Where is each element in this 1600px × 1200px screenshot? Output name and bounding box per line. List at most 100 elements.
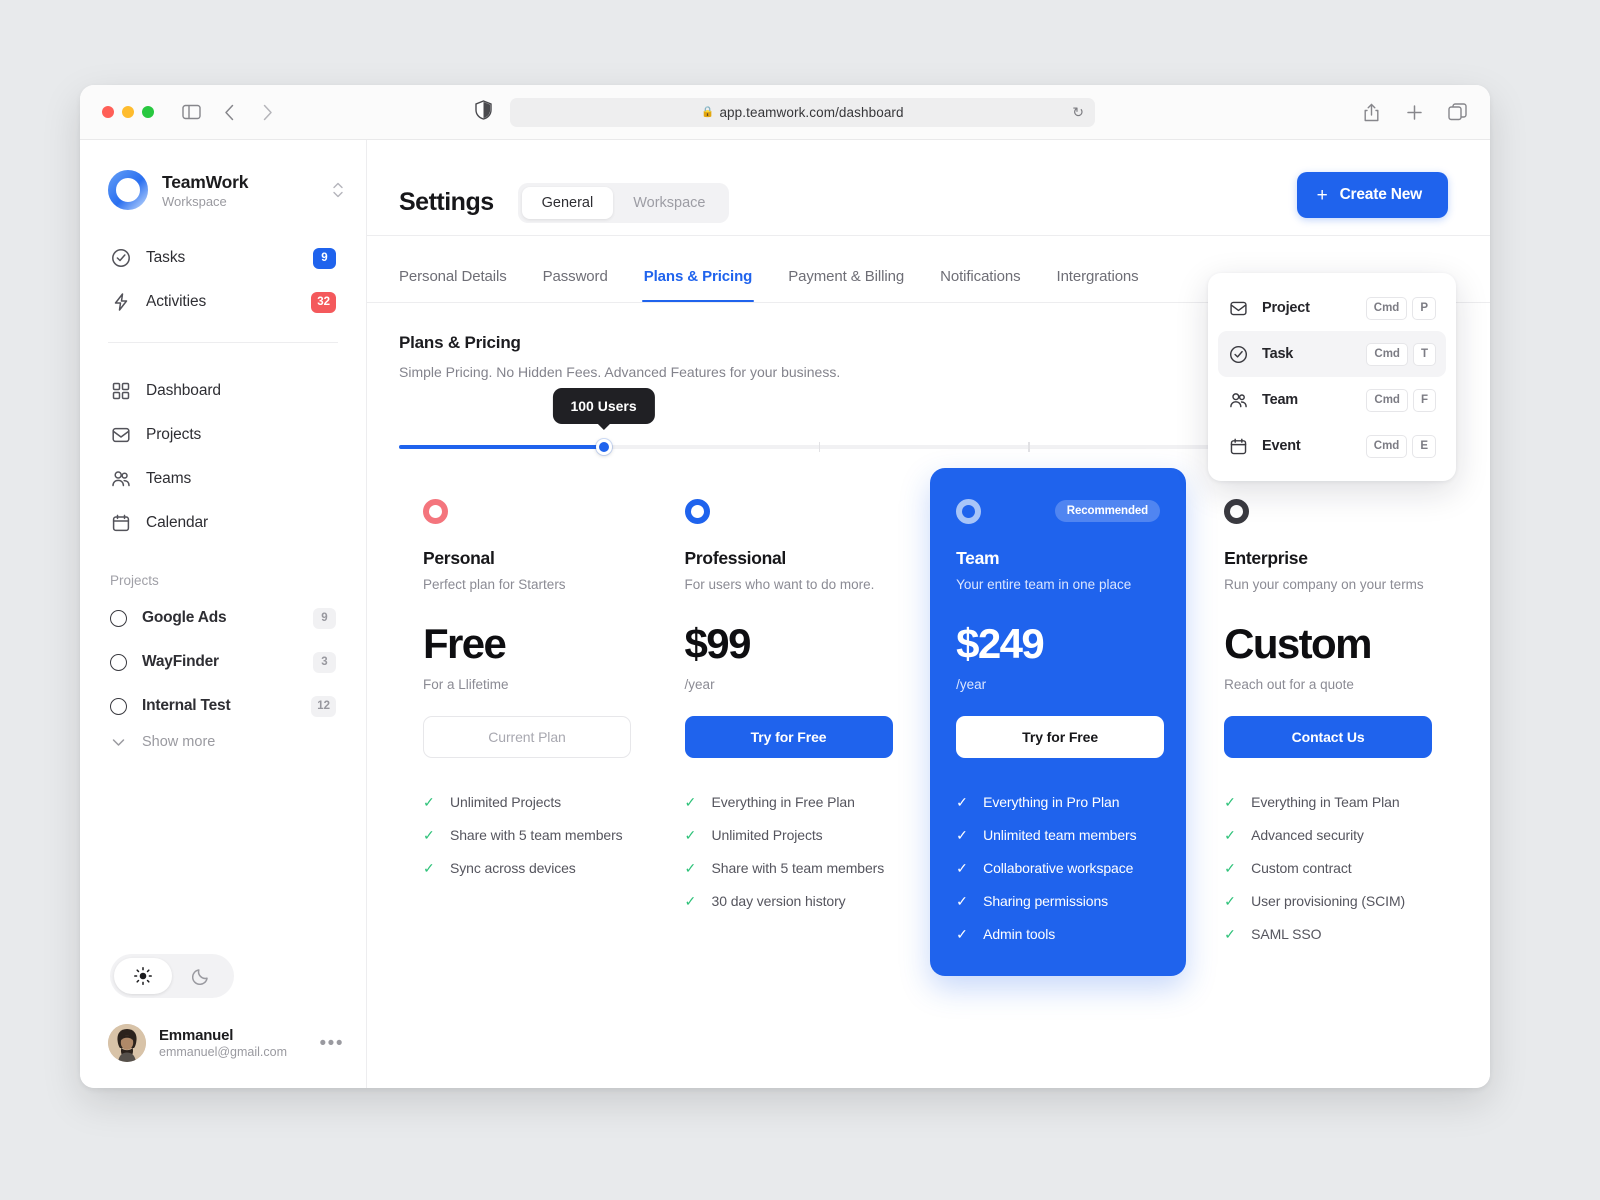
key-letter: T [1412, 342, 1436, 366]
tab-overview-icon[interactable] [1446, 101, 1468, 123]
sidebar-label: Activities [146, 293, 207, 310]
theme-toggle[interactable] [110, 954, 234, 998]
share-icon[interactable] [1360, 101, 1382, 123]
dropdown-item-event[interactable]: Event Cmd E [1218, 423, 1446, 469]
plan-cta-contact-us[interactable]: Contact Us [1224, 716, 1433, 758]
minimize-window-button[interactable] [122, 106, 134, 118]
segment-general[interactable]: General [521, 186, 614, 219]
feature-item: ✓ User provisioning (SCIM) [1224, 893, 1448, 909]
teamwork-logo-icon [108, 170, 148, 210]
dropdown-item-task[interactable]: Task Cmd T [1218, 331, 1446, 377]
tab-intergrations[interactable]: Intergrations [1057, 268, 1139, 302]
sidebar-primary-nav: Tasks 9 Activities 32 [80, 210, 366, 324]
project-label: Internal Test [142, 697, 231, 714]
plan-cta-current-plan[interactable]: Current Plan [423, 716, 631, 758]
plan-features: ✓ Everything in Free Plan ✓ Unlimited Proj… [685, 794, 923, 909]
theme-light-option[interactable] [114, 958, 172, 994]
feature-item: ✓ Everything in Pro Plan [956, 794, 1160, 810]
slider-tooltip: 100 Users [552, 388, 655, 424]
sidebar-project-internal-test[interactable]: Internal Test 12 [100, 684, 346, 728]
close-window-button[interactable] [102, 106, 114, 118]
plan-price: $99 [684, 620, 752, 667]
slider-fill [399, 445, 604, 449]
user-profile-row[interactable]: Emmanuel emmanuel@gmail.com ••• [80, 1024, 366, 1088]
sidebar-item-dashboard[interactable]: Dashboard [100, 369, 346, 413]
sidebar-item-activities[interactable]: Activities 32 [100, 280, 346, 324]
check-icon: ✓ [684, 860, 697, 876]
sidebar-project-google-ads[interactable]: Google Ads 9 [100, 596, 346, 640]
check-circle-icon [1228, 344, 1248, 364]
shield-icon[interactable] [475, 99, 492, 125]
user-menu-icon[interactable]: ••• [320, 1034, 344, 1053]
check-icon: ✓ [1224, 827, 1236, 843]
shortcut-keys: Cmd E [1365, 434, 1436, 458]
dropdown-item-team[interactable]: Team Cmd F [1218, 377, 1446, 423]
sidebar-project-wayfinder[interactable]: WayFinder 3 [100, 640, 346, 684]
tab-password[interactable]: Password [543, 268, 608, 302]
feature-item: ✓ SAML SSO [1224, 926, 1448, 942]
plan-features: ✓ Everything in Team Plan ✓ Advanced secur… [1224, 794, 1448, 942]
theme-dark-option[interactable] [172, 958, 230, 994]
project-label: Google Ads [142, 609, 227, 626]
users-icon [1228, 390, 1248, 410]
reload-icon[interactable]: ↻ [1072, 104, 1084, 121]
tab-plans-pricing[interactable]: Plans & Pricing [641, 268, 754, 302]
back-icon[interactable] [218, 101, 240, 123]
avatar [108, 1024, 146, 1062]
url-input[interactable]: 🔒 app.teamwork.com/dashboard ↻ [510, 97, 1095, 127]
key-letter: F [1412, 388, 1436, 412]
sidebar-item-teams[interactable]: Teams [100, 457, 346, 501]
plan-card-enterprise[interactable]: Enterprise Run your company on your term… [1186, 496, 1448, 976]
plan-cta-try-for-free[interactable]: Try for Free [684, 716, 893, 758]
tab-personal-details[interactable]: Personal Details [399, 268, 507, 302]
plan-name: Personal [423, 548, 495, 568]
app-body: TeamWork Workspace Tasks 9 Activities 32… [80, 140, 1490, 1088]
feature-text: Everything in Team Plan [1251, 794, 1400, 810]
segment-workspace[interactable]: Workspace [613, 187, 725, 219]
sidebar: TeamWork Workspace Tasks 9 Activities 32… [80, 140, 367, 1088]
maximize-window-button[interactable] [142, 106, 154, 118]
feature-item: ✓ Everything in Free Plan [685, 794, 923, 810]
plan-card-professional[interactable]: Professional For users who want to do mo… [661, 496, 923, 976]
new-tab-icon[interactable] [1403, 101, 1425, 123]
sidebar-secondary-nav: Dashboard Projects Teams Calendar [80, 343, 366, 545]
user-email: emmanuel@gmail.com [159, 1045, 288, 1059]
plan-icon-row [684, 496, 923, 526]
dropdown-item-project[interactable]: Project Cmd P [1218, 285, 1446, 331]
check-icon: ✓ [684, 893, 697, 909]
tab-notifications[interactable]: Notifications [940, 268, 1021, 302]
check-icon: ✓ [956, 794, 968, 810]
workspace-switcher[interactable]: TeamWork Workspace [80, 140, 366, 210]
chevron-updown-icon[interactable] [332, 181, 344, 199]
feature-text: Sharing permissions [983, 893, 1109, 909]
tab-payment-billing[interactable]: Payment & Billing [788, 268, 904, 302]
feature-item: ✓ Unlimited Projects [423, 794, 661, 810]
circle-icon [110, 697, 127, 715]
plan-ring-icon [956, 498, 982, 524]
forward-icon[interactable] [256, 101, 278, 123]
slider-tick [818, 442, 821, 452]
plan-card-team[interactable]: Recommended Team Your entire team in one… [930, 468, 1187, 976]
sidebar-item-calendar[interactable]: Calendar [100, 501, 346, 545]
sidebar-item-projects[interactable]: Projects [100, 413, 346, 457]
plan-description: Run your company on your terms [1224, 577, 1424, 592]
plan-card-personal[interactable]: Personal Perfect plan for Starters Free … [399, 496, 661, 976]
project-count: 3 [313, 651, 336, 673]
show-more-button[interactable]: Show more [100, 728, 366, 756]
project-count: 12 [311, 695, 336, 717]
feature-item: ✓ Share with 5 team members [423, 827, 661, 843]
plan-description: For users who want to do more. [684, 577, 875, 592]
plan-cta-try-for-free-team[interactable]: Try for Free [956, 716, 1165, 758]
browser-window: 🔒 app.teamwork.com/dashboard ↻ TeamWork … [80, 85, 1490, 1088]
check-circle-icon [110, 248, 131, 269]
create-new-button[interactable]: + Create New [1296, 172, 1448, 218]
sidebar-toggle-icon[interactable] [180, 101, 202, 123]
chrome-right-controls [1360, 101, 1468, 123]
slider-thumb[interactable] [595, 439, 612, 455]
sidebar-item-tasks[interactable]: Tasks 9 [100, 236, 346, 280]
create-new-label: Create New [1339, 186, 1423, 203]
browser-chrome: 🔒 app.teamwork.com/dashboard ↻ [80, 85, 1490, 140]
project-count: 9 [313, 607, 336, 629]
dropdown-label: Team [1262, 392, 1299, 408]
check-icon: ✓ [956, 893, 968, 909]
